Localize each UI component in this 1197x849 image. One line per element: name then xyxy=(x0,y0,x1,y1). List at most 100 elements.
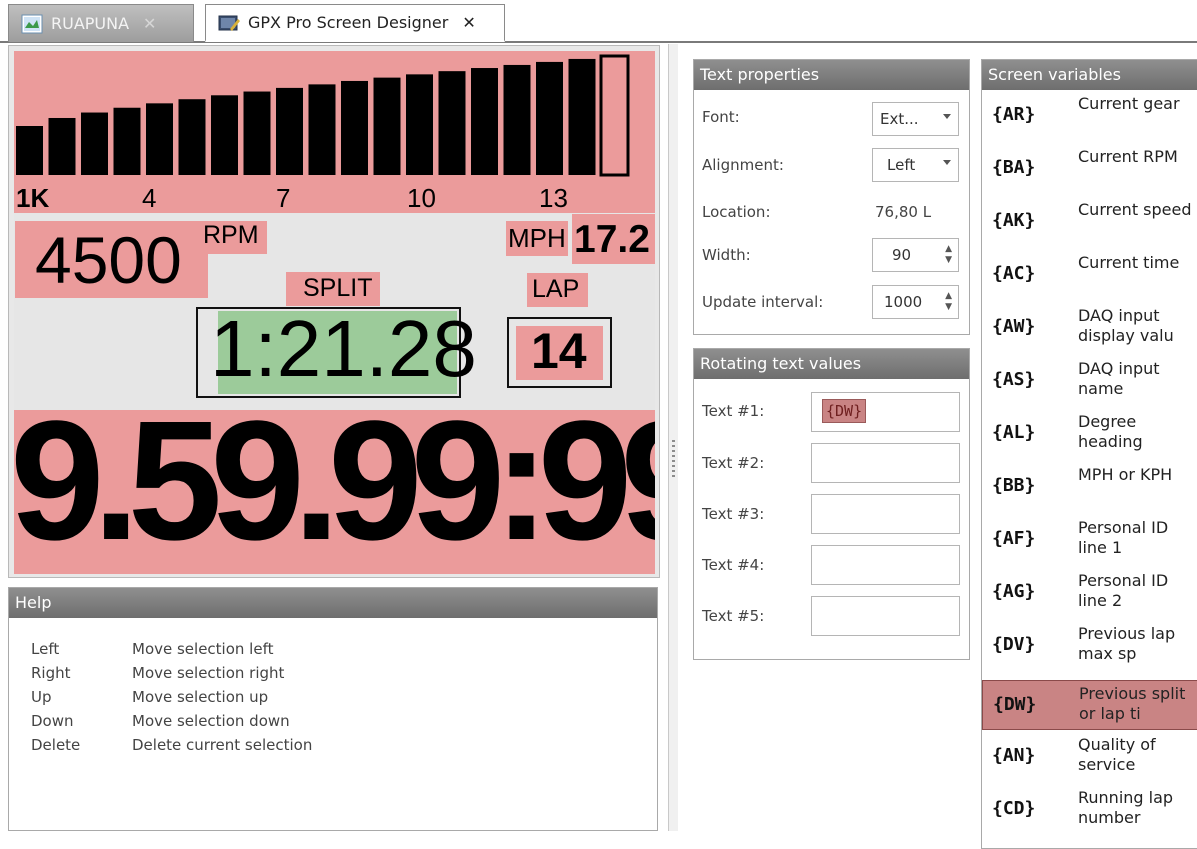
text-1-input[interactable]: {DW} xyxy=(811,392,960,432)
tach-bar xyxy=(373,77,401,175)
close-icon[interactable]: ✕ xyxy=(462,13,475,32)
list-item[interactable]: {AC} Current time xyxy=(982,249,1197,302)
tach-bar xyxy=(48,117,76,175)
chevron-down-icon[interactable]: ▼ xyxy=(945,256,952,265)
list-item[interactable]: {AF} Personal ID line 1 xyxy=(982,514,1197,567)
alignment-label: Alignment: xyxy=(702,156,784,174)
text-5-input[interactable] xyxy=(811,596,960,636)
tab-gpx-pro-screen-designer[interactable]: GPX Pro Screen Designer ✕ xyxy=(205,4,505,42)
variable-code: {CD} xyxy=(992,798,1036,819)
panel-title: Text properties xyxy=(694,60,969,90)
update-interval-value: 1000 xyxy=(884,293,923,311)
tach-tick-label: 7 xyxy=(276,183,291,213)
list-item[interactable]: {AK} Current speed xyxy=(982,196,1197,249)
tach-bar xyxy=(81,112,108,175)
font-dropdown[interactable]: Ext... xyxy=(872,102,959,136)
variable-description: Previous split or lap ti xyxy=(1079,684,1186,723)
alignment-dropdown[interactable]: Left xyxy=(872,148,959,182)
help-description: Move selection left xyxy=(132,640,274,658)
variable-description: Current speed xyxy=(1078,200,1192,219)
variable-code: {BB} xyxy=(992,475,1036,496)
variable-description: Running lap number xyxy=(1078,788,1174,827)
list-item[interactable]: {AS} DAQ input name xyxy=(982,355,1197,408)
variable-description: DAQ input name xyxy=(1078,359,1160,398)
tach-bar xyxy=(438,71,466,175)
chevron-down-icon[interactable]: ▼ xyxy=(945,303,952,312)
update-interval-label: Update interval: xyxy=(702,293,824,311)
split-time-element-selected[interactable]: 1:21.28 xyxy=(196,307,477,398)
width-stepper[interactable]: 90 ▲ ▼ xyxy=(872,238,959,272)
rpm-value-element[interactable]: 4500 xyxy=(15,221,208,298)
list-item[interactable]: {AN} Quality of service xyxy=(982,731,1197,784)
tach-bar xyxy=(406,74,433,175)
chevron-up-icon[interactable]: ▲ xyxy=(945,245,952,254)
list-item[interactable]: {AL} Degree heading xyxy=(982,408,1197,461)
tach-bar xyxy=(178,99,206,175)
list-item[interactable]: {CD} Running lap number xyxy=(982,784,1197,837)
tach-bar xyxy=(536,61,563,175)
text-4-input[interactable] xyxy=(811,545,960,585)
rpm-unit-element[interactable]: RPM xyxy=(201,221,267,254)
variable-description: Previous lap max sp xyxy=(1078,624,1176,663)
variable-description: Quality of service xyxy=(1078,735,1156,774)
tach-bar xyxy=(503,64,531,175)
list-item[interactable]: {AW} DAQ input display valu xyxy=(982,302,1197,355)
tach-bar xyxy=(599,54,630,177)
big-time-element[interactable]: 9.59.99:99 xyxy=(14,396,655,574)
designer-icon xyxy=(218,15,240,31)
list-item[interactable]: {AG} Personal ID line 2 xyxy=(982,567,1197,620)
text-2-input[interactable] xyxy=(811,443,960,483)
screen-variables-list[interactable]: {AR} Current gear {BA} Current RPM {AK} … xyxy=(982,90,1197,848)
text-3-label: Text #3: xyxy=(702,505,765,523)
list-item[interactable]: {BB} MPH or KPH xyxy=(982,461,1197,514)
split-label: SPLIT xyxy=(303,274,373,302)
tach-bar xyxy=(16,126,43,175)
dash-preview[interactable]: 1K 4 7 10 13 4500 RPM MPH 17.2 SPLIT LAP… xyxy=(14,51,655,574)
tach-bar xyxy=(243,91,271,175)
map-icon xyxy=(21,14,43,33)
tach-bar xyxy=(471,68,498,175)
variable-code: {AF} xyxy=(992,528,1036,549)
variable-code: {DV} xyxy=(992,634,1036,655)
text-2-label: Text #2: xyxy=(702,454,765,472)
help-key: Left xyxy=(31,640,60,658)
big-time-value: 9.59.99:99 xyxy=(14,386,655,574)
text-3-input[interactable] xyxy=(811,494,960,534)
list-item[interactable]: {BA} Current RPM xyxy=(982,143,1197,196)
variable-code: {AW} xyxy=(992,316,1036,337)
tach-bar xyxy=(276,87,303,175)
help-key: Delete xyxy=(31,736,81,754)
grip-icon[interactable] xyxy=(672,440,675,480)
list-item[interactable]: {DV} Previous lap max sp xyxy=(982,620,1197,673)
lap-label: LAP xyxy=(532,275,580,303)
variable-code: {AN} xyxy=(992,745,1036,766)
update-interval-stepper[interactable]: 1000 ▲ ▼ xyxy=(872,285,959,319)
panel-splitter[interactable] xyxy=(668,44,678,831)
panel-title: Help xyxy=(9,588,657,618)
list-item-selected[interactable]: {DW} Previous split or lap ti xyxy=(982,680,1197,730)
speed-unit-element[interactable]: MPH xyxy=(506,221,568,256)
tach-bar xyxy=(113,107,141,175)
lap-value-element[interactable]: 14 xyxy=(507,317,612,388)
tab-ruapuna[interactable]: RUAPUNA ✕ xyxy=(8,4,194,42)
lap-label-element[interactable]: LAP xyxy=(527,273,588,307)
split-label-element[interactable]: SPLIT xyxy=(286,272,380,306)
help-key: Right xyxy=(31,664,71,682)
location-value: 76,80 L xyxy=(875,203,932,221)
tach-tick-label: 1K xyxy=(16,183,50,213)
tachometer-bars xyxy=(16,54,630,177)
text-1-value-token: {DW} xyxy=(822,399,867,423)
chevron-up-icon[interactable]: ▲ xyxy=(945,292,952,301)
variable-description: Current gear xyxy=(1078,94,1180,113)
list-item[interactable]: {AR} Current gear xyxy=(982,90,1197,143)
tachometer-element[interactable]: 1K 4 7 10 13 xyxy=(14,51,655,213)
text-5-label: Text #5: xyxy=(702,607,765,625)
help-key: Down xyxy=(31,712,74,730)
speed-value-element[interactable]: 17.2 xyxy=(572,214,655,264)
variable-code: {BA} xyxy=(992,157,1036,178)
variable-code: {DW} xyxy=(993,694,1037,715)
close-icon[interactable]: ✕ xyxy=(143,14,156,33)
font-label: Font: xyxy=(702,108,740,126)
tach-tick-label: 10 xyxy=(407,183,436,213)
tach-tick-label: 13 xyxy=(539,183,568,213)
